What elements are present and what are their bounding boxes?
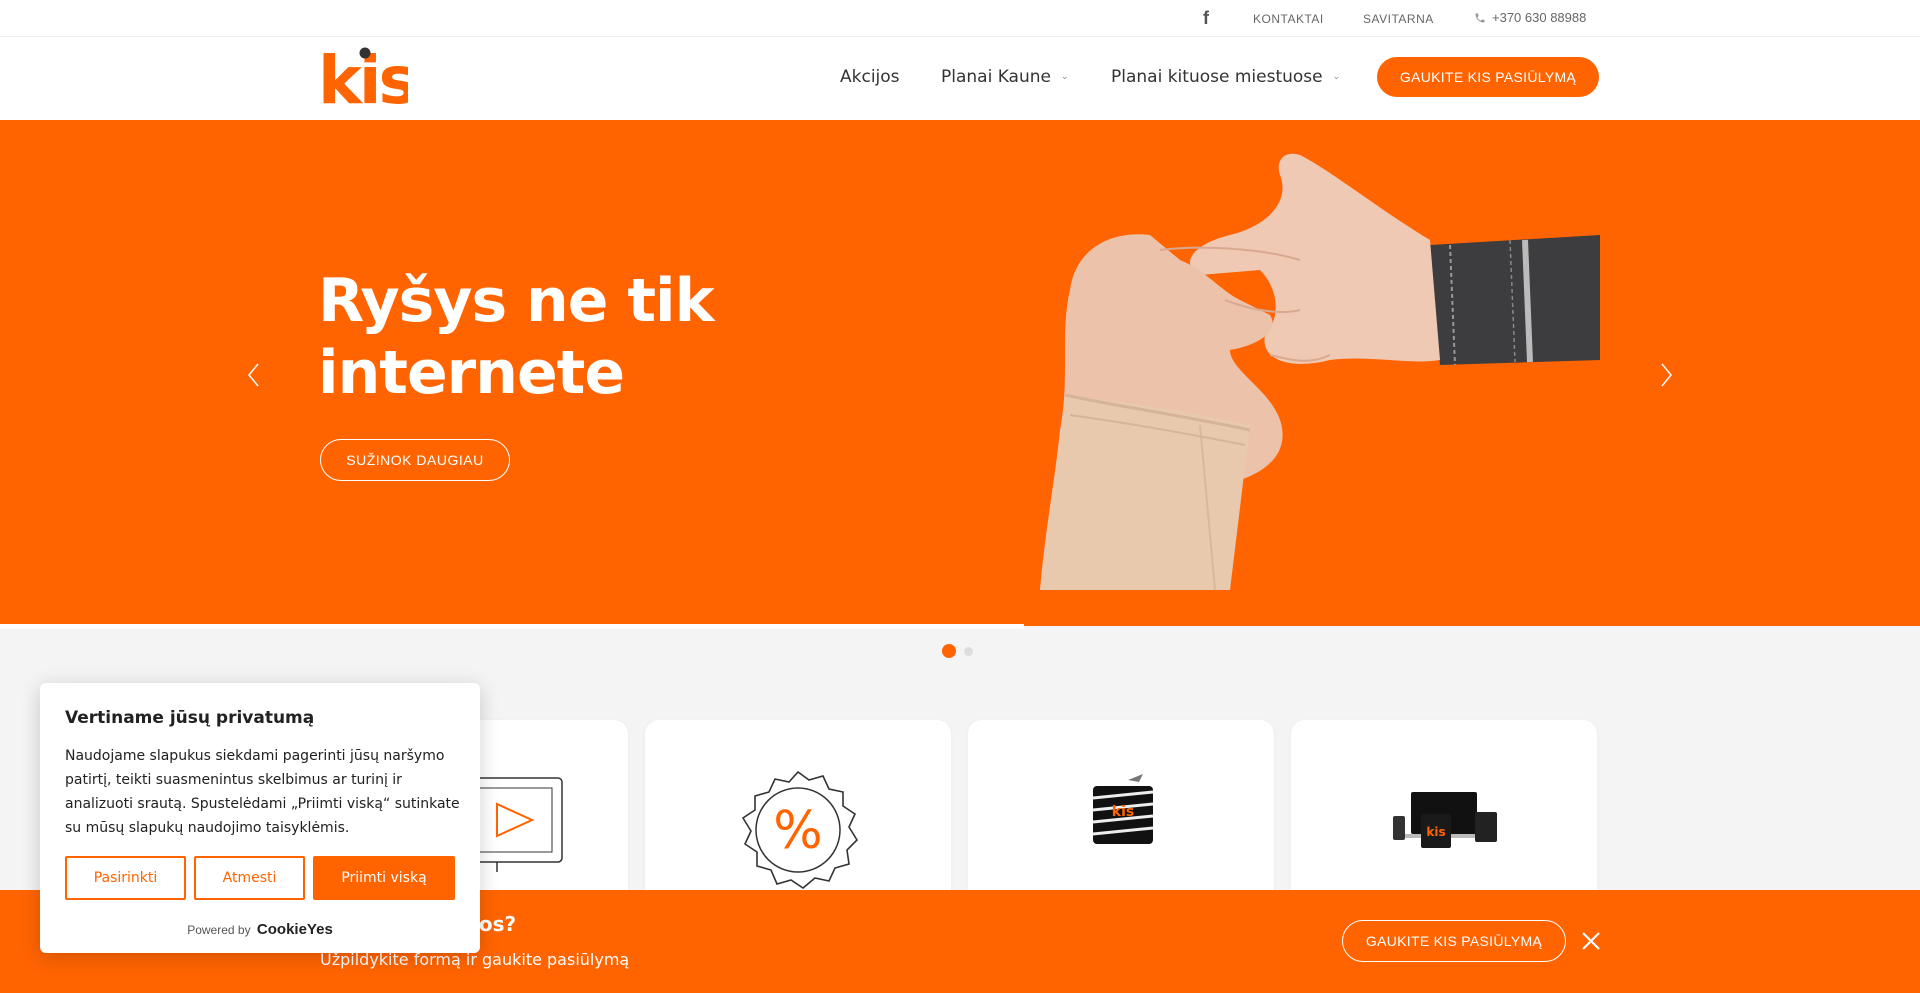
learn-more-button[interactable]: SUŽINOK DAUGIAU — [320, 439, 510, 481]
close-icon[interactable] — [1580, 930, 1602, 952]
main-header: kis Akcijos Planai Kaune ⌄ Planai kituos… — [0, 37, 1920, 120]
cable-spool-icon: kis — [1092, 774, 1154, 844]
cookie-customize-button[interactable]: Pasirinkti — [65, 856, 186, 900]
nav-planai-kituose[interactable]: Planai kituose miestuose ⌄ — [1111, 67, 1340, 87]
selfservice-link[interactable]: SAVITARNA — [1363, 12, 1434, 26]
nav-planai-kaune[interactable]: Planai Kaune ⌄ — [941, 67, 1069, 87]
cookie-accept-all-button[interactable]: Priimti viską — [313, 856, 455, 900]
hero-title-line2: internete — [318, 338, 625, 408]
cookie-consent-banner: Vertiname jūsų privatumą Naudojame slapu… — [40, 683, 480, 953]
cookie-description: Naudojame slapukus siekdami pagerinti jū… — [65, 748, 460, 836]
phone-icon — [1475, 13, 1485, 22]
nav-akcijos[interactable]: Akcijos — [840, 67, 900, 87]
slide-dot-2[interactable] — [964, 646, 973, 656]
hero-slider: Ryšys ne tik internete SUŽINOK DAUGIAU — [0, 120, 1920, 626]
svg-text:kis: kis — [1112, 804, 1134, 820]
chevron-left-icon[interactable] — [244, 360, 264, 390]
chevron-right-icon[interactable] — [1656, 360, 1676, 390]
sticky-offer-button[interactable]: GAUKITE KIS PASIŪLYMĄ — [1342, 920, 1566, 962]
cookie-reject-button[interactable]: Atmesti — [194, 856, 305, 900]
percent-badge-icon: % — [741, 770, 859, 889]
svg-text:kis: kis — [1426, 825, 1445, 839]
slider-pagination — [942, 644, 973, 658]
nav-label: Planai kituose miestuose — [1111, 67, 1323, 87]
hero-title: Ryšys ne tik internete — [318, 265, 838, 409]
get-offer-button[interactable]: GAUKITE KIS PASIŪLYMĄ — [1377, 57, 1599, 97]
top-bar: f KONTAKTAI SAVITARNA +370 630 88988 — [0, 0, 1920, 37]
phone-number: +370 630 88988 — [1492, 10, 1587, 25]
cookieyes-logo[interactable]: CookieYes — [257, 921, 333, 938]
devices-icon: kis — [1393, 792, 1497, 848]
hero-title-line1: Ryšys ne tik — [318, 266, 714, 336]
hero-divider — [0, 624, 1024, 629]
svg-text:%: % — [773, 801, 822, 861]
kis-logo[interactable]: kis — [318, 45, 408, 109]
powered-by-text: Powered by — [187, 923, 251, 937]
nav-label: Planai Kaune — [941, 67, 1051, 87]
facebook-icon[interactable]: f — [1203, 9, 1217, 27]
powered-by: Powered by CookieYes — [40, 921, 480, 938]
slide-dot-1[interactable] — [942, 644, 956, 658]
nav-label: Akcijos — [840, 67, 900, 87]
contacts-link[interactable]: KONTAKTAI — [1253, 12, 1324, 26]
cookie-title: Vertiname jūsų privatumą — [65, 708, 315, 728]
chevron-down-icon: ⌄ — [1332, 72, 1341, 82]
chevron-down-icon: ⌄ — [1061, 72, 1069, 82]
hero-hands-image — [1040, 153, 1600, 590]
phone-link[interactable]: +370 630 88988 — [1474, 10, 1586, 25]
